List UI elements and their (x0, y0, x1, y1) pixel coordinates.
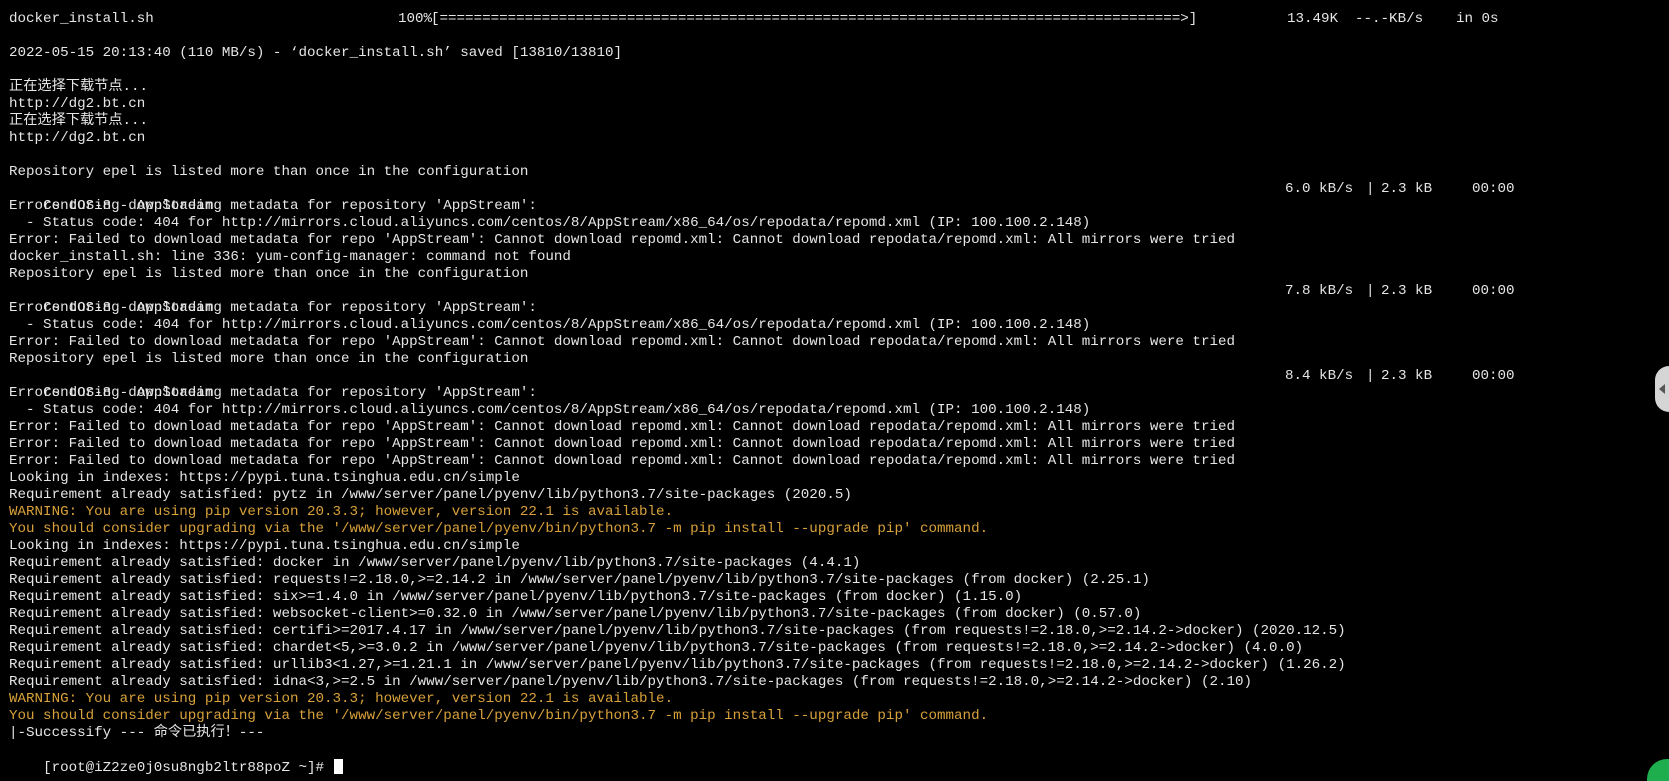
download-percent: 100% (398, 11, 433, 27)
terminal-line: Requirement already satisfied: idna<3,>=… (9, 674, 1253, 690)
collapse-handle-icon[interactable] (1655, 366, 1669, 412)
terminal-line: Repository epel is listed more than once… (9, 164, 529, 180)
warning-line: You should consider upgrading via the '/… (9, 708, 989, 724)
appstream-speed: 7.8 kB/s (1285, 283, 1354, 299)
warning-line: WARNING: You are using pip version 20.3.… (9, 691, 674, 707)
appstream-time: 00:00 (1472, 181, 1515, 197)
prompt-line[interactable]: [root@iZ2ze0j0su8ngb2ltr88poZ ~]# (9, 742, 1669, 776)
terminal-line: Error: Failed to download metadata for r… (9, 419, 1235, 435)
appstream-size: 2.3 kB (1381, 283, 1433, 299)
appstream-separator: | (1366, 181, 1375, 197)
appstream-separator: | (1366, 368, 1375, 384)
appstream-line: CentOS-8 - AppStream 7.8 kB/s | 2.3 kB 0… (9, 283, 1669, 316)
terminal-line: Repository epel is listed more than once… (9, 266, 529, 282)
terminal-line: 2022-05-15 20:13:40 (110 MB/s) - ‘docker… (9, 45, 622, 61)
status-indicator-icon[interactable] (1647, 759, 1669, 781)
terminal-line: Error: Failed to download metadata for r… (9, 453, 1235, 469)
appstream-time: 00:00 (1472, 283, 1515, 299)
appstream-line: CentOS-8 - AppStream 6.0 kB/s | 2.3 kB 0… (9, 181, 1669, 214)
download-size: 13.49K (1287, 11, 1339, 27)
terminal-line: Errors during downloading metadata for r… (9, 385, 537, 401)
appstream-speed: 6.0 kB/s (1285, 181, 1354, 197)
terminal-line: Looking in indexes: https://pypi.tuna.ts… (9, 538, 520, 554)
terminal-line: - Status code: 404 for http://mirrors.cl… (9, 317, 1091, 333)
terminal-line: Error: Failed to download metadata for r… (9, 436, 1235, 452)
download-speed: --.-KB/s (1355, 11, 1424, 27)
warning-line: You should consider upgrading via the '/… (9, 521, 989, 537)
terminal-line: Error: Failed to download metadata for r… (9, 232, 1235, 248)
appstream-speed: 8.4 kB/s (1285, 368, 1354, 384)
terminal-line: - Status code: 404 for http://mirrors.cl… (9, 402, 1091, 418)
terminal-line: Requirement already satisfied: six>=1.4.… (9, 589, 1023, 605)
download-eta: in 0s (1456, 11, 1499, 27)
download-filename: docker_install.sh (9, 11, 154, 27)
terminal-line: Requirement already satisfied: docker in… (9, 555, 861, 571)
terminal-line: - Status code: 404 for http://mirrors.cl… (9, 215, 1091, 231)
terminal-window[interactable]: docker_install.sh 100% [================… (0, 0, 1669, 781)
terminal-line: Repository epel is listed more than once… (9, 351, 529, 367)
appstream-line: CentOS-8 - AppStream 8.4 kB/s | 2.3 kB 0… (9, 368, 1669, 401)
appstream-separator: | (1366, 283, 1375, 299)
terminal-line: Looking in indexes: https://pypi.tuna.ts… (9, 470, 520, 486)
terminal-line: Requirement already satisfied: certifi>=… (9, 623, 1346, 639)
terminal-line: Requirement already satisfied: urllib3<1… (9, 657, 1346, 673)
terminal-line: Errors during downloading metadata for r… (9, 300, 537, 316)
download-progress-bar: [=======================================… (431, 11, 1198, 27)
terminal-line: 正在选择下载节点... (9, 79, 149, 95)
terminal-line: Requirement already satisfied: websocket… (9, 606, 1142, 622)
appstream-size: 2.3 kB (1381, 368, 1433, 384)
warning-line: WARNING: You are using pip version 20.3.… (9, 504, 674, 520)
terminal-line: Requirement already satisfied: chardet<5… (9, 640, 1304, 656)
terminal-line: http://dg2.bt.cn (9, 130, 146, 146)
download-progress-line: docker_install.sh 100% [================… (9, 11, 1669, 28)
appstream-time: 00:00 (1472, 368, 1515, 384)
terminal-cursor (333, 759, 343, 774)
terminal-line: Error: Failed to download metadata for r… (9, 334, 1235, 350)
terminal-line: Errors during downloading metadata for r… (9, 198, 537, 214)
shell-prompt: [root@iZ2ze0j0su8ngb2ltr88poZ ~]# (43, 760, 333, 776)
terminal-line: http://dg2.bt.cn (9, 96, 146, 112)
terminal-line: |-Successify --- 命令已执行！--- (9, 725, 265, 741)
terminal-line: Requirement already satisfied: requests!… (9, 572, 1150, 588)
terminal-line: 正在选择下载节点... (9, 113, 149, 129)
appstream-size: 2.3 kB (1381, 181, 1433, 197)
terminal-line: Requirement already satisfied: pytz in /… (9, 487, 852, 503)
terminal-line: docker_install.sh: line 336: yum-config-… (9, 249, 571, 265)
